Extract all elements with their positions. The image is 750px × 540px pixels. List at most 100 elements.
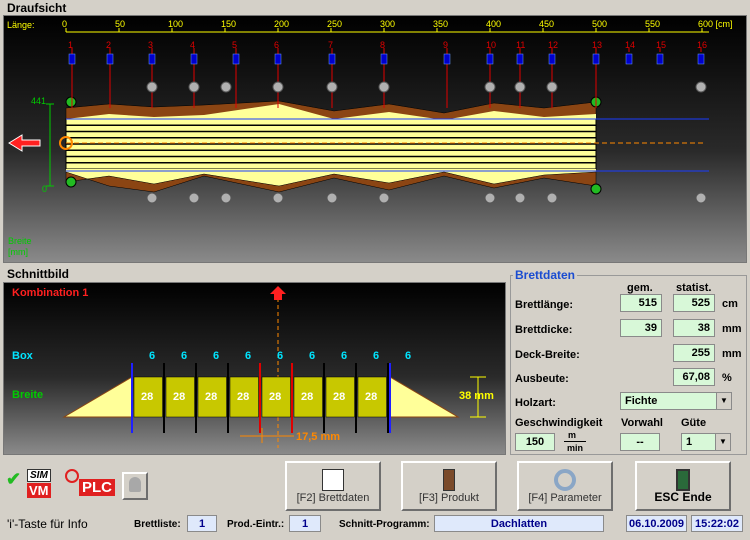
saw-blade bbox=[190, 53, 198, 65]
saw-number: 12 bbox=[548, 40, 559, 50]
scale-tick-label: 400 bbox=[486, 19, 502, 29]
saw-number: 6 bbox=[274, 40, 280, 50]
roller-bottom bbox=[272, 192, 284, 204]
roller-top bbox=[546, 81, 558, 93]
saw-blade bbox=[656, 53, 664, 65]
box-value: 6 bbox=[309, 350, 316, 362]
breite-label: Breite bbox=[12, 389, 44, 401]
scale-tick-label: 450 bbox=[539, 19, 555, 29]
geschwindigkeit-value[interactable]: 150 bbox=[515, 433, 555, 451]
deckbreite-stat-value: 255 bbox=[673, 344, 715, 362]
schnittbild-view: Kombination 1 Box Breite 6 6 6 6 6 6 6 6 6 28 28 2… bbox=[3, 282, 506, 455]
roller-top bbox=[146, 81, 158, 93]
guete-value: 1 bbox=[686, 436, 693, 448]
brettdicke-stat-value: 38 bbox=[673, 319, 715, 337]
saw-number: 10 bbox=[486, 40, 497, 50]
vorwahl-value[interactable]: -- bbox=[620, 433, 660, 451]
saw-number: 14 bbox=[625, 40, 636, 50]
saw-blade bbox=[328, 53, 336, 65]
vm-label: VM bbox=[27, 483, 51, 498]
prod-eintr-value: 1 bbox=[289, 515, 321, 532]
roller-bottom bbox=[484, 192, 496, 204]
brettdicke-label: Brettdicke: bbox=[515, 324, 573, 336]
box-value: 6 bbox=[277, 350, 284, 362]
deckbreite-unit: mm bbox=[722, 348, 742, 360]
saw-blade bbox=[625, 53, 633, 65]
sim-label: SIM bbox=[27, 469, 51, 482]
saw-blade bbox=[148, 53, 156, 65]
ausbeute-label: Ausbeute: bbox=[515, 373, 569, 385]
scale-tick-label: 600 [cm] bbox=[698, 19, 733, 29]
f4-parameter-button[interactable]: [F4] Parameter bbox=[517, 461, 613, 511]
roller-bottom bbox=[220, 192, 232, 204]
saw-number: 3 bbox=[148, 40, 154, 50]
bell-button[interactable] bbox=[122, 472, 148, 500]
holzart-value: Fichte bbox=[625, 395, 658, 407]
piece-width-label: 28 bbox=[205, 391, 218, 403]
saw-blade bbox=[232, 53, 240, 65]
f3-produkt-button[interactable]: [F3] Produkt bbox=[401, 461, 497, 511]
geschw-unit-divider bbox=[564, 441, 586, 442]
draufsicht-title: Draufsicht bbox=[7, 1, 67, 15]
brettlaenge-gem-value: 515 bbox=[620, 294, 662, 312]
roller-bottom bbox=[378, 192, 390, 204]
sim-vm-button[interactable]: ✔ SIM VM bbox=[5, 467, 53, 503]
f2-brettdaten-button[interactable]: [F2] Brettdaten bbox=[285, 461, 381, 511]
thickness-label: 38 mm bbox=[459, 390, 494, 402]
piece-width-label: 28 bbox=[237, 391, 250, 403]
box-label: Box bbox=[12, 350, 33, 362]
roller-bottom bbox=[146, 192, 158, 204]
offset-label: 17,5 mm bbox=[296, 431, 341, 443]
piece-width-label: 28 bbox=[269, 391, 282, 403]
roller-top bbox=[695, 81, 707, 93]
scale-tick-label: 200 bbox=[274, 19, 290, 29]
roller-top bbox=[326, 81, 338, 93]
esc-label: ESC Ende bbox=[654, 490, 712, 504]
box-value: 6 bbox=[181, 350, 188, 362]
brettlaenge-unit: cm bbox=[722, 298, 738, 310]
brettliste-label: Brettliste: bbox=[134, 519, 181, 530]
piece-width-label: 28 bbox=[365, 391, 378, 403]
brettdicke-unit: mm bbox=[722, 323, 742, 335]
roller-top bbox=[272, 81, 284, 93]
f4-label: [F4] Parameter bbox=[528, 492, 602, 504]
saw-blade bbox=[516, 53, 524, 65]
scale-tick-label: 350 bbox=[433, 19, 449, 29]
saw-blade bbox=[68, 53, 76, 65]
guete-label: Güte bbox=[681, 417, 707, 429]
chevron-down-icon[interactable]: ▼ bbox=[716, 393, 731, 409]
box-value: 6 bbox=[245, 350, 252, 362]
kombination-label: Kombination 1 bbox=[12, 287, 89, 299]
deckbreite-label: Deck-Breite: bbox=[515, 349, 580, 361]
breite-axis-label: Breite bbox=[8, 236, 32, 246]
date-display: 06.10.2009 bbox=[626, 515, 687, 532]
guete-dropdown[interactable]: 1 ▼ bbox=[681, 433, 731, 451]
piece-width-label: 28 bbox=[141, 391, 154, 403]
roller-top bbox=[378, 81, 390, 93]
exit-door-icon bbox=[676, 469, 690, 491]
saw-number: 13 bbox=[592, 40, 603, 50]
scale-tick-label: 100 bbox=[168, 19, 184, 29]
plc-button[interactable]: PLC bbox=[63, 467, 115, 503]
draufsicht-view: Länge: 0 50 100 150 200 250 300 350 400 450 500 550… bbox=[3, 15, 747, 263]
chevron-down-icon[interactable]: ▼ bbox=[715, 434, 730, 450]
roller-bottom bbox=[546, 192, 558, 204]
holzart-dropdown[interactable]: Fichte ▼ bbox=[620, 392, 732, 410]
f3-label: [F3] Produkt bbox=[419, 492, 479, 504]
box-value: 6 bbox=[405, 350, 412, 362]
brettlaenge-label: Brettlänge: bbox=[515, 299, 574, 311]
saw-blade bbox=[548, 53, 556, 65]
esc-ende-button[interactable]: ESC Ende bbox=[635, 461, 731, 511]
schnitt-programm-value: Dachlatten bbox=[434, 515, 604, 532]
box-value: 6 bbox=[149, 350, 156, 362]
saw-number: 1 bbox=[68, 40, 74, 50]
scale-tick-label: 0 bbox=[62, 19, 68, 29]
roller-top bbox=[484, 81, 496, 93]
roller-top bbox=[188, 81, 200, 93]
ausbeute-unit: % bbox=[722, 372, 732, 384]
saw-blade bbox=[697, 53, 705, 65]
brettdicke-gem-value: 39 bbox=[620, 319, 662, 337]
roller-bottom bbox=[695, 192, 707, 204]
saw-blade bbox=[380, 53, 388, 65]
roller-bottom bbox=[188, 192, 200, 204]
